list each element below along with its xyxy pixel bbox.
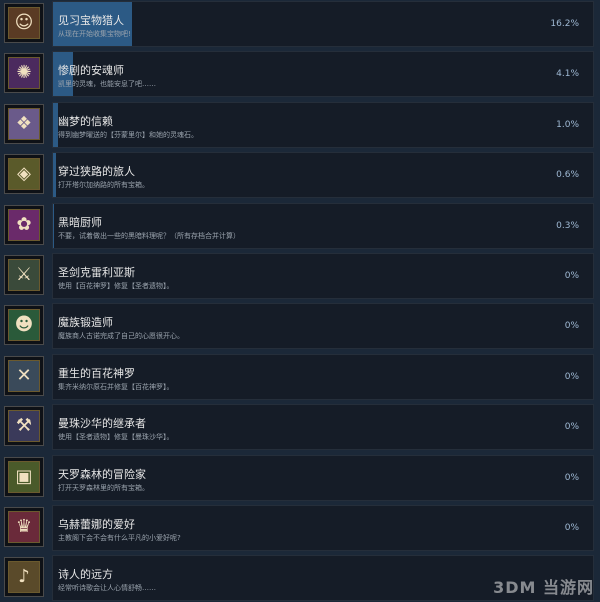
achievement-title: 曼珠沙华的继承者 xyxy=(58,417,146,430)
unlock-percentage: 4.1% xyxy=(556,69,579,79)
unlock-percentage: 0% xyxy=(564,473,579,483)
achievement-icon-frame: ☺ xyxy=(4,3,44,43)
achievement-title: 重生的百花神罗 xyxy=(58,367,135,380)
achievement-row[interactable]: ✿ 黑暗厨师不要，试着做出一些的黑暗料理呢？（所有存档合并计算） 0.3% xyxy=(0,202,600,250)
achievement-description: 凯里的灵魂，也能安息了吧…… xyxy=(58,80,156,88)
achievement-title: 幽梦的信赖 xyxy=(58,115,113,128)
achievement-icon-frame: ▣ xyxy=(4,457,44,497)
achievement-progress-panel: 圣剑克雷利亚斯使用【百花神罗】修复【圣者遗物】。 0% xyxy=(52,253,594,299)
achievement-row[interactable]: ✕ 重生的百花神罗集齐米纳尔原石并修复【百花神罗】。 0% xyxy=(0,353,600,401)
achievement-icon-frame: ☻ xyxy=(4,305,44,345)
achievement-description: 主教阁下会不会有什么平凡的小爱好呢? xyxy=(58,534,181,542)
unlock-percentage: 0% xyxy=(564,271,579,281)
manjusaka-blade-icon: ⚒ xyxy=(8,410,40,442)
achievement-title: 穿过狭路的旅人 xyxy=(58,165,135,178)
achievement-description: 打开天罗森林里的所有宝箱。 xyxy=(58,484,149,492)
reborn-blade-icon: ✕ xyxy=(8,360,40,392)
unlock-percentage: 1.0% xyxy=(556,120,579,130)
achievement-progress-panel: 黑暗厨师不要，试着做出一些的黑暗料理呢？（所有存档合并计算） 0.3% xyxy=(52,203,594,249)
achievement-row[interactable]: ☺ 见习宝物猎人从现在开始收集宝物吧! 16.2% xyxy=(0,0,600,48)
achievement-description: 使用【圣者遗物】修复【曼珠沙华】。 xyxy=(58,433,174,441)
unlock-percentage: 0.6% xyxy=(556,170,579,180)
achievement-progress-panel: 穿过狭路的旅人打开塔尔加纳路的所有宝箱。 0.6% xyxy=(52,152,594,198)
achievement-icon-frame: ⚒ xyxy=(4,406,44,446)
bishop-hobby-icon: ♛ xyxy=(8,511,40,543)
achievement-title: 乌赫蕾娜的爱好 xyxy=(58,518,135,531)
requiem-spirit-icon: ✺ xyxy=(8,57,40,89)
achievement-title: 见习宝物猎人 xyxy=(58,14,124,27)
achievement-description: 得到幽梦曜送的【芬蒙里尔】和她的灵魂石。 xyxy=(58,131,198,139)
achievement-icon-frame: ✺ xyxy=(4,53,44,93)
achievement-row[interactable]: ▣ 天罗森林的冒险家打开天罗森林里的所有宝箱。 0% xyxy=(0,454,600,502)
achievement-icon-frame: ✕ xyxy=(4,356,44,396)
achievement-row[interactable]: ◈ 穿过狭路的旅人打开塔尔加纳路的所有宝箱。 0.6% xyxy=(0,151,600,199)
achievement-progress-panel: 乌赫蕾娜的爱好主教阁下会不会有什么平凡的小爱好呢? 0% xyxy=(52,505,594,551)
forest-chest-icon: ▣ xyxy=(8,461,40,493)
achievement-progress-panel: 曼珠沙华的继承者使用【圣者遗物】修复【曼珠沙华】。 0% xyxy=(52,404,594,450)
achievement-icon-frame: ♛ xyxy=(4,507,44,547)
achievement-progress-panel: 惨剧的安魂师凯里的灵魂，也能安息了吧…… 4.1% xyxy=(52,51,594,97)
achievement-description: 集齐米纳尔原石并修复【百花神罗】。 xyxy=(58,383,174,391)
holy-sword-icon: ⚔ xyxy=(8,259,40,291)
site-watermark: 3DM 当游网 xyxy=(493,578,594,597)
achievement-progress-panel: 幽梦的信赖得到幽梦曜送的【芬蒙里尔】和她的灵魂石。 1.0% xyxy=(52,102,594,148)
achievement-description: 使用【百花神罗】修复【圣者遗物】。 xyxy=(58,282,174,290)
unlock-percentage: 16.2% xyxy=(550,19,579,29)
achievement-icon-frame: ⚔ xyxy=(4,255,44,295)
dream-trust-icon: ❖ xyxy=(8,108,40,140)
unlock-percentage: 0% xyxy=(564,321,579,331)
achievement-title: 惨剧的安魂师 xyxy=(58,64,124,77)
achievement-title: 圣剑克雷利亚斯 xyxy=(58,266,135,279)
achievement-icon-frame: ❖ xyxy=(4,104,44,144)
progress-fill xyxy=(53,153,56,197)
achievement-title: 魔族锻造师 xyxy=(58,316,113,329)
achievement-description: 不要，试着做出一些的黑暗料理呢？（所有存档合并计算） xyxy=(58,232,240,240)
achievement-progress-panel: 魔族锻造师魔族商人古诺完成了自己的心愿很开心。 0% xyxy=(52,303,594,349)
achievement-list: ☺ 见习宝物猎人从现在开始收集宝物吧! 16.2% ✺ 惨剧的安魂师凯里的灵魂，也能安息… xyxy=(0,0,600,602)
achievement-title: 黑暗厨师 xyxy=(58,216,102,229)
achievement-icon-frame: ✿ xyxy=(4,205,44,245)
unlock-percentage: 0% xyxy=(564,523,579,533)
treasure-hunter-icon: ☺ xyxy=(8,7,40,39)
dark-chef-icon: ✿ xyxy=(8,209,40,241)
achievement-title: 天罗森林的冒险家 xyxy=(58,468,146,481)
achievement-progress-panel: 见习宝物猎人从现在开始收集宝物吧! 16.2% xyxy=(52,1,594,47)
traveler-chest-icon: ◈ xyxy=(8,158,40,190)
demon-blacksmith-icon: ☻ xyxy=(8,309,40,341)
achievement-icon-frame: ♪ xyxy=(4,557,44,597)
achievement-row[interactable]: ☻ 魔族锻造师魔族商人古诺完成了自己的心愿很开心。 0% xyxy=(0,302,600,350)
achievement-row[interactable]: ❖ 幽梦的信赖得到幽梦曜送的【芬蒙里尔】和她的灵魂石。 1.0% xyxy=(0,101,600,149)
achievement-row[interactable]: ⚔ 圣剑克雷利亚斯使用【百花神罗】修复【圣者遗物】。 0% xyxy=(0,252,600,300)
achievement-progress-panel: 重生的百花神罗集齐米纳尔原石并修复【百花神罗】。 0% xyxy=(52,354,594,400)
achievement-description: 从现在开始收集宝物吧! xyxy=(58,30,131,38)
achievement-icon-frame: ◈ xyxy=(4,154,44,194)
achievement-row[interactable]: ♛ 乌赫蕾娜的爱好主教阁下会不会有什么平凡的小爱好呢? 0% xyxy=(0,504,600,552)
achievement-description: 魔族商人古诺完成了自己的心愿很开心。 xyxy=(58,332,184,340)
achievement-description: 打开塔尔加纳路的所有宝箱。 xyxy=(58,181,149,189)
unlock-percentage: 0% xyxy=(564,422,579,432)
progress-fill xyxy=(53,204,55,248)
poet-distance-icon: ♪ xyxy=(8,561,40,593)
unlock-percentage: 0.3% xyxy=(556,221,579,231)
achievement-progress-panel: 天罗森林的冒险家打开天罗森林里的所有宝箱。 0% xyxy=(52,455,594,501)
unlock-percentage: 0% xyxy=(564,372,579,382)
achievement-description: 经常听诗歌会让人心情舒畅…… xyxy=(58,584,156,592)
achievement-row[interactable]: ⚒ 曼珠沙华的继承者使用【圣者遗物】修复【曼珠沙华】。 0% xyxy=(0,403,600,451)
achievement-row[interactable]: ✺ 惨剧的安魂师凯里的灵魂，也能安息了吧…… 4.1% xyxy=(0,50,600,98)
achievement-title: 诗人的远方 xyxy=(58,568,113,581)
